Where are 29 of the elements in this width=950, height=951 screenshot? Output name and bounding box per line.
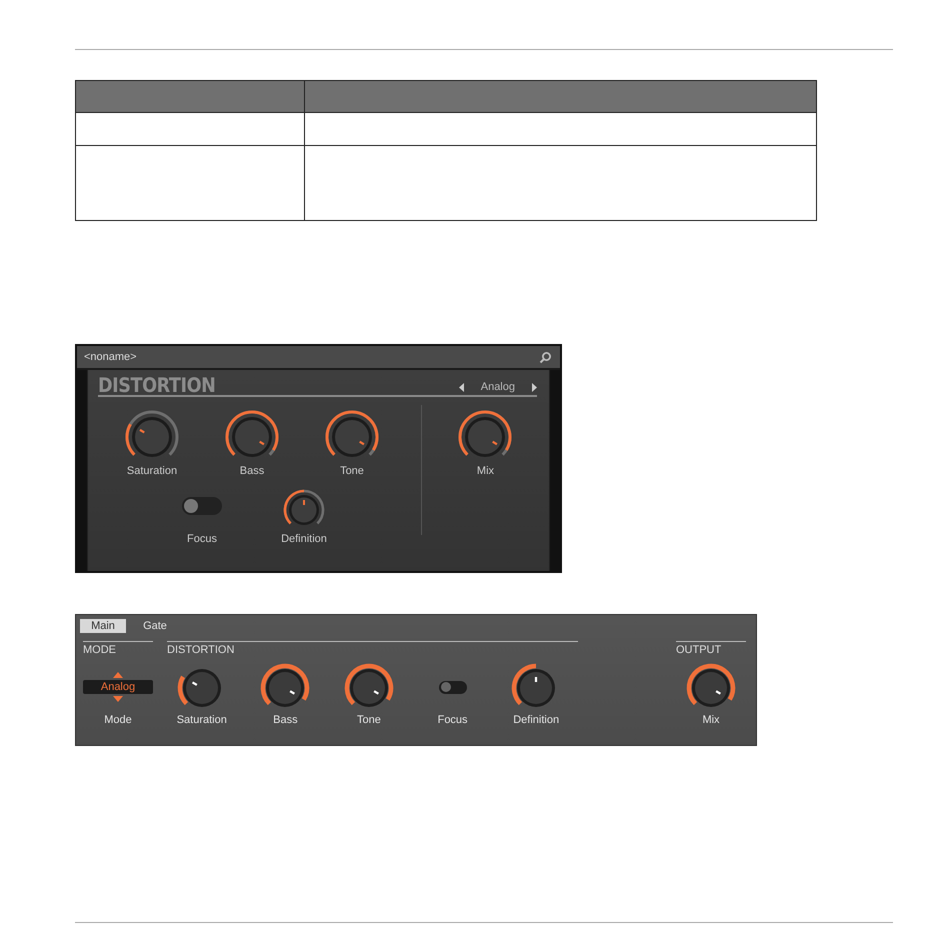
toggle-switch[interactable] (438, 680, 467, 694)
control-label: Saturation (176, 714, 227, 726)
previous-arrow-icon[interactable] (458, 382, 465, 392)
next-arrow-icon[interactable] (531, 382, 537, 392)
tab[interactable]: Main (80, 619, 126, 633)
up-arrow-icon[interactable] (113, 672, 123, 678)
mode-value[interactable]: Analog (480, 381, 515, 393)
control-label: Mix (702, 714, 720, 726)
control-label: Mode (104, 714, 132, 726)
search-icon[interactable] (539, 350, 552, 364)
tab[interactable]: Gate (132, 619, 178, 633)
control-label: Tone (357, 714, 381, 726)
down-arrow-icon[interactable] (113, 696, 123, 702)
mode-selector[interactable]: Analog (83, 680, 153, 694)
section-title: MODE (83, 644, 117, 656)
knob-label: Mix (476, 465, 494, 477)
control-label: Definition (281, 533, 327, 545)
toggle-switch[interactable] (182, 497, 222, 515)
section-title: OUTPUT (676, 644, 722, 656)
knob-label: Tone (340, 465, 364, 477)
control-label: Focus (187, 533, 217, 545)
control-label: Focus (438, 714, 468, 726)
preset-name[interactable]: <noname> (84, 351, 137, 363)
knob-label: Saturation (126, 465, 178, 477)
plugin-title: DISTORTION (98, 375, 216, 395)
control-label: Bass (273, 714, 298, 726)
control-label: Definition (513, 714, 560, 726)
knob-label: Bass (240, 465, 264, 477)
section-title: DISTORTION (167, 644, 236, 656)
